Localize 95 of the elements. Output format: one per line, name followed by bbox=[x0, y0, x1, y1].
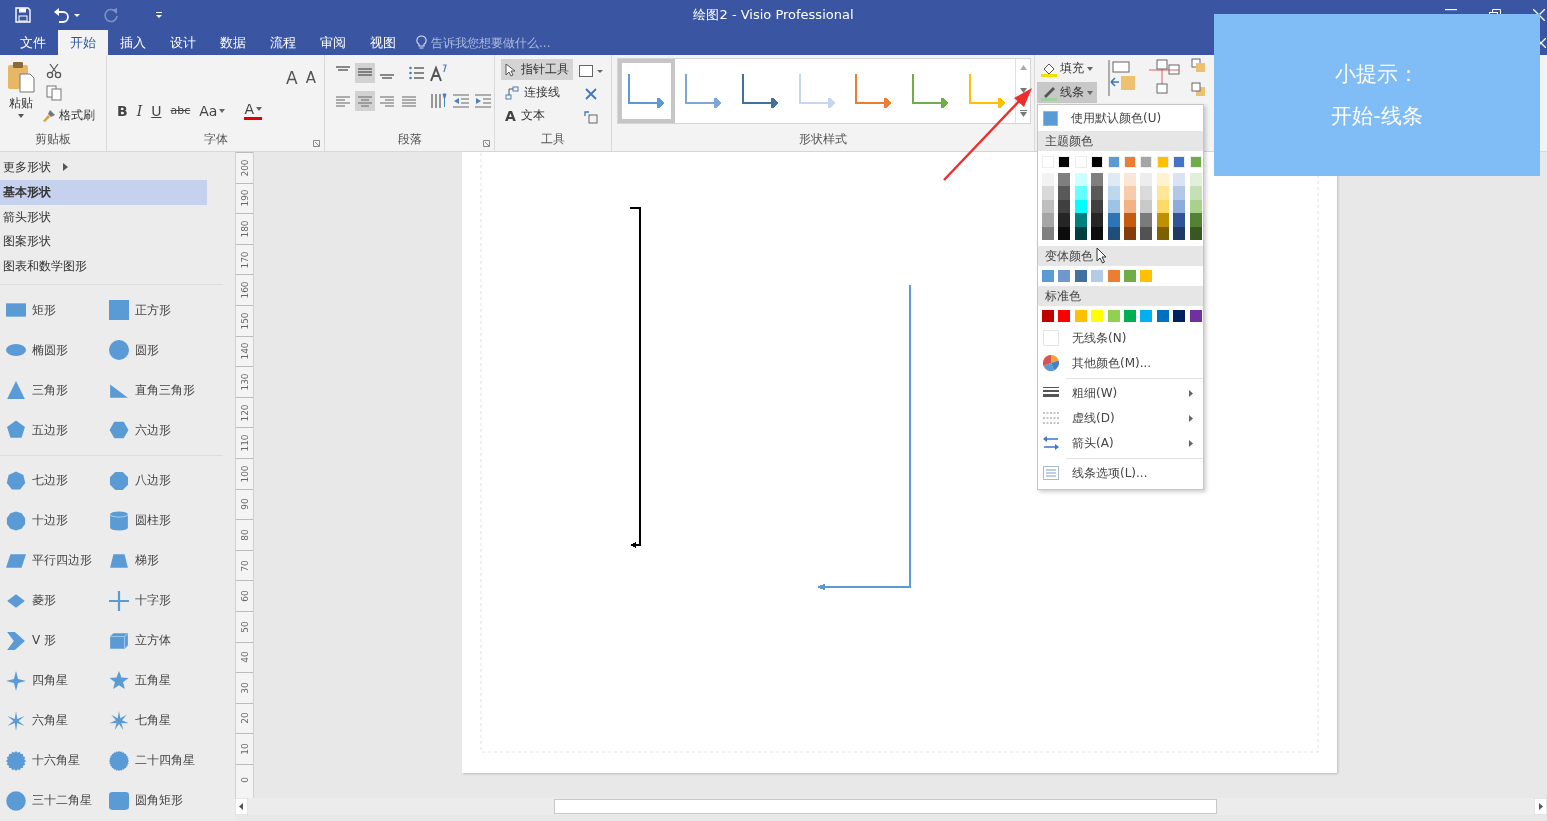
menu-item[interactable]: 虚线(D) bbox=[1038, 405, 1203, 431]
stencil-shape[interactable]: 正方形 bbox=[109, 290, 229, 330]
stencil-shape[interactable]: 菱形 bbox=[6, 580, 109, 621]
stencil-shape[interactable]: 七边形 bbox=[6, 460, 109, 501]
shrink-font-button[interactable]: A bbox=[305, 65, 316, 91]
ribbon-tab[interactable]: 开始 bbox=[58, 30, 108, 55]
stencil-shape[interactable]: 圆形 bbox=[109, 330, 229, 370]
ruler-number: 90 bbox=[239, 498, 250, 511]
text-tool-glyph: A bbox=[505, 107, 516, 124]
stencil-shape[interactable]: 直角三角形 bbox=[109, 370, 229, 410]
stencil-shape[interactable]: 梯形 bbox=[109, 540, 229, 581]
group-label: 形状样式 bbox=[798, 131, 848, 148]
stencil-nav-item[interactable]: 图案形状 bbox=[0, 229, 207, 255]
group-label: 工具 bbox=[540, 131, 566, 148]
ruler-number: 10 bbox=[239, 743, 250, 755]
ribbon-tab[interactable]: 视图 bbox=[358, 30, 408, 55]
stencil-shape[interactable]: 十边形 bbox=[6, 500, 109, 541]
change-case-button[interactable]: Aa bbox=[199, 102, 226, 119]
ruler-number: 0 bbox=[239, 776, 250, 783]
ruler-number: 190 bbox=[239, 189, 250, 207]
menu-item[interactable]: 箭头(A) bbox=[1038, 430, 1203, 456]
menu-heading: 主题颜色 bbox=[1038, 131, 1203, 151]
stencil-shape[interactable]: 立方体 bbox=[109, 620, 229, 661]
tell-me-field[interactable]: 告诉我您想要做什么... bbox=[416, 30, 581, 55]
ruler-number: 140 bbox=[239, 342, 250, 360]
tip-text: 开始-线条 bbox=[1331, 103, 1423, 130]
stencil-shape[interactable]: 八边形 bbox=[109, 460, 229, 501]
ruler-number: 50 bbox=[239, 621, 250, 633]
stencil-shape[interactable]: 四角星 bbox=[6, 660, 109, 701]
ruler-number: 180 bbox=[239, 220, 250, 238]
format-painter-button[interactable]: 格式刷 bbox=[42, 107, 95, 124]
paste-button[interactable]: 粘贴 bbox=[6, 61, 36, 131]
group-label: 字体 bbox=[203, 131, 228, 148]
stencil-shape[interactable]: 六角星 bbox=[6, 700, 109, 741]
text-tool-button[interactable]: A 文本 bbox=[501, 105, 573, 126]
menu-item[interactable]: 其他颜色(M)... bbox=[1038, 350, 1203, 376]
group-label: 段落 bbox=[397, 131, 422, 148]
group-label: 剪贴板 bbox=[34, 131, 72, 148]
tip-title: 小提示： bbox=[1335, 61, 1419, 88]
menu-heading: 标准色 bbox=[1038, 285, 1203, 306]
stencil-shape[interactable]: 十字形 bbox=[109, 580, 229, 621]
stencil-shape[interactable]: 矩形 bbox=[6, 290, 109, 330]
ribbon-tab[interactable]: 流程 bbox=[258, 30, 308, 55]
menu-item[interactable]: 粗细(W) bbox=[1038, 380, 1203, 406]
grow-font-button[interactable]: A bbox=[286, 65, 298, 91]
strikethrough-button[interactable]: abc bbox=[170, 104, 191, 117]
fill-button[interactable]: 填充 bbox=[1037, 58, 1097, 79]
ruler-number: 200 bbox=[239, 159, 250, 177]
stencil-nav-item[interactable]: 更多形状 bbox=[0, 155, 207, 180]
menu-item[interactable]: 线条选项(L)... bbox=[1038, 460, 1203, 486]
ruler-number: 130 bbox=[239, 373, 250, 391]
stencil-nav-item[interactable]: 基本形状 bbox=[0, 179, 207, 205]
stencil-nav-item[interactable]: 箭头形状 bbox=[0, 204, 207, 230]
ribbon-tab[interactable]: 文件 bbox=[8, 30, 58, 55]
ruler-number: 60 bbox=[239, 590, 250, 602]
stencil-shape[interactable]: 二十四角星 bbox=[109, 740, 229, 781]
font-color-button[interactable]: A bbox=[244, 101, 262, 120]
ruler-number: 40 bbox=[239, 651, 250, 663]
ruler-number: 100 bbox=[239, 465, 250, 483]
underline-button[interactable]: U bbox=[151, 102, 162, 119]
stencil-shape[interactable]: 椭圆形 bbox=[6, 330, 109, 370]
connector-tool-button[interactable]: 连接线 bbox=[501, 82, 573, 103]
ruler-number: 110 bbox=[239, 434, 250, 452]
bold-button[interactable]: B bbox=[117, 102, 128, 119]
ribbon-tab[interactable]: 设计 bbox=[158, 30, 208, 55]
stencil-shape[interactable]: 六边形 bbox=[109, 410, 229, 450]
stencil-shape[interactable]: 圆柱形 bbox=[109, 500, 229, 541]
stencil-shape[interactable]: 三角形 bbox=[6, 370, 109, 410]
ribbon-tab[interactable]: 数据 bbox=[208, 30, 258, 55]
menu-heading: 变体颜色 bbox=[1038, 245, 1203, 266]
stencil-nav-item[interactable]: 图表和数学图形 bbox=[0, 254, 207, 280]
stencil-shape[interactable]: 十六角星 bbox=[6, 740, 109, 781]
ruler-number: 70 bbox=[239, 559, 250, 572]
stencil-shape[interactable]: 三十二角星 bbox=[6, 780, 109, 821]
ruler-number: 160 bbox=[239, 281, 250, 299]
stencil-shape[interactable]: 七角星 bbox=[109, 700, 229, 741]
stencil-shape[interactable]: 五边形 bbox=[6, 410, 109, 450]
ruler-number: 30 bbox=[239, 682, 250, 694]
italic-button[interactable]: I bbox=[136, 102, 143, 119]
ruler-number: 120 bbox=[239, 403, 250, 422]
line-button[interactable]: 线条 bbox=[1037, 82, 1097, 103]
ruler-number: 170 bbox=[239, 251, 250, 269]
stencil-shape[interactable]: 圆角矩形 bbox=[109, 780, 229, 821]
menu-item[interactable]: 无线条(N) bbox=[1038, 325, 1203, 351]
stencil-shape[interactable]: V 形 bbox=[6, 620, 109, 661]
ruler-number: 80 bbox=[239, 529, 250, 541]
ruler-number: 150 bbox=[239, 312, 250, 330]
menu-item[interactable]: 使用默认颜色(U) bbox=[1038, 105, 1203, 131]
stencil-shape[interactable]: 五角星 bbox=[109, 660, 229, 701]
ribbon-tab[interactable]: 插入 bbox=[108, 30, 158, 55]
window-title: 绘图2 - Visio Professional bbox=[693, 6, 854, 24]
ribbon-tab[interactable]: 审阅 bbox=[308, 30, 358, 55]
pointer-tool-button[interactable]: 指针工具 bbox=[501, 59, 573, 80]
stencil-shape[interactable]: 平行四边形 bbox=[6, 540, 109, 581]
ruler-number: 20 bbox=[239, 712, 250, 725]
